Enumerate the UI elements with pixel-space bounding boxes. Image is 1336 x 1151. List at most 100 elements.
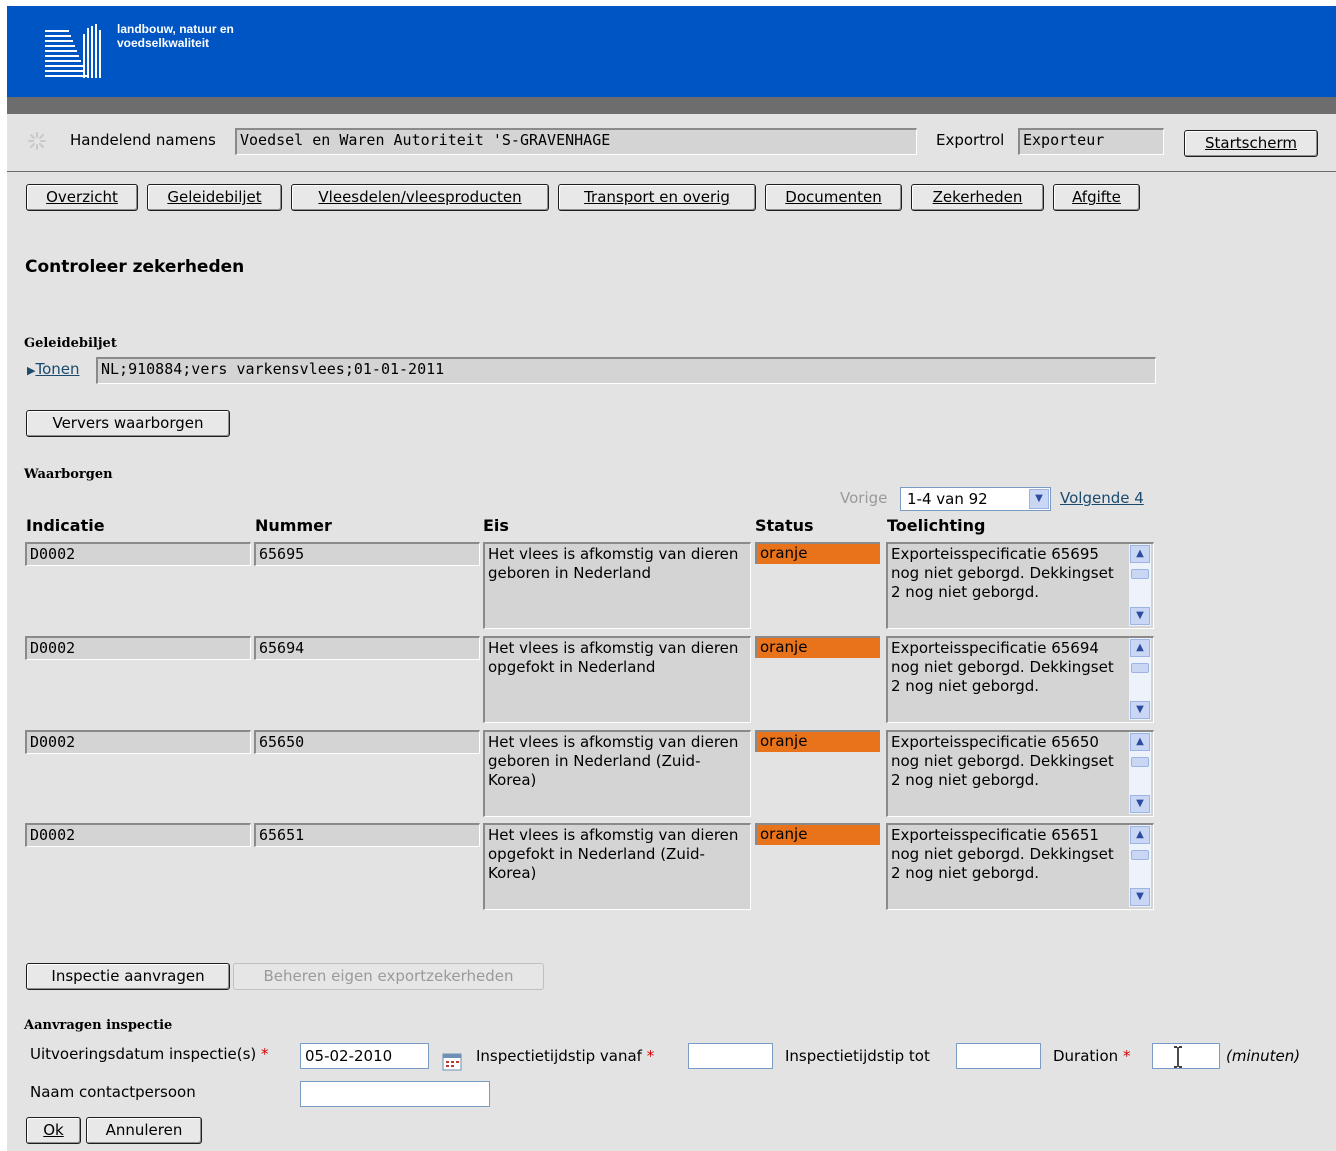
scroll-down-icon[interactable]: ▼ bbox=[1130, 888, 1150, 906]
exportrol-field: Exporteur bbox=[1018, 128, 1164, 155]
annuleren-button[interactable]: Annuleren bbox=[86, 1117, 202, 1144]
indicatie-cell: D0002 bbox=[25, 823, 251, 847]
tab-transport[interactable]: Transport en overig bbox=[558, 184, 756, 211]
startscherm-label: Startscherm bbox=[1205, 134, 1297, 152]
logo-line-1: landbouw, natuur en bbox=[117, 22, 234, 36]
from-label: Inspectietijdstip vanaf * bbox=[476, 1047, 654, 1065]
time-from-input[interactable] bbox=[688, 1043, 773, 1069]
eis-cell: Het vlees is afkomstig van dieren gebore… bbox=[483, 730, 751, 817]
page-title: Controleer zekerheden bbox=[25, 257, 245, 277]
indicatie-cell: D0002 bbox=[25, 730, 251, 754]
toelichting-scrollbar[interactable]: ▲ ▼ bbox=[1129, 638, 1151, 720]
date-label: Uitvoeringsdatum inspectie(s) * bbox=[30, 1045, 269, 1063]
aanvragen-heading: Aanvragen inspectie bbox=[24, 1018, 173, 1033]
tab-label: Overzicht bbox=[46, 188, 118, 206]
indicatie-cell: D0002 bbox=[25, 636, 251, 660]
status-badge: oranje bbox=[755, 823, 880, 845]
logo-line-2: voedselkwaliteit bbox=[117, 36, 210, 50]
tab-label: Documenten bbox=[785, 188, 882, 206]
duration-label-text: Duration bbox=[1053, 1047, 1119, 1065]
pager-selected-value: 1-4 van 92 bbox=[907, 490, 988, 508]
scroll-thumb[interactable] bbox=[1131, 757, 1149, 767]
scroll-up-icon[interactable]: ▲ bbox=[1130, 639, 1150, 657]
status-badge: oranje bbox=[755, 730, 880, 752]
nummer-cell: 65695 bbox=[254, 542, 480, 566]
calendar-icon[interactable] bbox=[442, 1053, 462, 1071]
indicatie-cell: D0002 bbox=[25, 542, 251, 566]
nummer-cell: 65694 bbox=[254, 636, 480, 660]
required-marker: * bbox=[646, 1047, 655, 1065]
toelichting-textarea[interactable]: Exporteisspecificatie 65695 nog niet geb… bbox=[886, 542, 1154, 629]
col-status: Status bbox=[755, 516, 814, 535]
nummer-cell: 65650 bbox=[254, 730, 480, 754]
toelichting-scrollbar[interactable]: ▲ ▼ bbox=[1129, 544, 1151, 626]
required-marker: * bbox=[1122, 1047, 1131, 1065]
eis-cell: Het vlees is afkomstig van dieren gebore… bbox=[483, 542, 751, 629]
ok-label: Ok bbox=[43, 1121, 64, 1139]
tab-label: Transport en overig bbox=[584, 188, 730, 206]
from-label-text: Inspectietijdstip vanaf bbox=[476, 1047, 642, 1065]
exportrol-label: Exportrol bbox=[936, 131, 1005, 149]
eis-cell: Het vlees is afkomstig van dieren opgefo… bbox=[483, 636, 751, 723]
col-indicatie: Indicatie bbox=[26, 516, 105, 535]
tab-zekerheden[interactable]: Zekerheden bbox=[911, 184, 1044, 211]
toelichting-textarea[interactable]: Exporteisspecificatie 65694 nog niet geb… bbox=[886, 636, 1154, 723]
tab-documenten[interactable]: Documenten bbox=[765, 184, 902, 211]
dropdown-arrow-icon[interactable]: ▼ bbox=[1029, 489, 1049, 509]
scroll-thumb[interactable] bbox=[1131, 850, 1149, 860]
status-badge: oranje bbox=[755, 542, 880, 564]
tab-label: Vleesdelen/vleesproducten bbox=[318, 188, 522, 206]
tab-vleesdelen[interactable]: Vleesdelen/vleesproducten bbox=[291, 184, 549, 211]
acting-on-behalf-field: Voedsel en Waren Autoriteit 'S-GRAVENHAG… bbox=[235, 128, 917, 155]
scroll-thumb[interactable] bbox=[1131, 663, 1149, 673]
scroll-down-icon[interactable]: ▼ bbox=[1130, 607, 1150, 625]
status-badge: oranje bbox=[755, 636, 880, 658]
ok-button[interactable]: Ok bbox=[26, 1117, 81, 1144]
tab-overzicht[interactable]: Overzicht bbox=[26, 184, 138, 211]
loading-spinner-icon bbox=[28, 132, 46, 150]
pager-next-link[interactable]: Volgende 4 bbox=[1060, 489, 1144, 507]
inspectie-aanvragen-button[interactable]: Inspectie aanvragen bbox=[26, 963, 230, 990]
nummer-cell: 65651 bbox=[254, 823, 480, 847]
duration-input[interactable] bbox=[1152, 1043, 1220, 1069]
toelichting-textarea[interactable]: Exporteisspecificatie 65651 nog niet geb… bbox=[886, 823, 1154, 910]
toelichting-textarea[interactable]: Exporteisspecificatie 65650 nog niet geb… bbox=[886, 730, 1154, 817]
tab-label: Geleidebiljet bbox=[167, 188, 262, 206]
tonen-link[interactable]: Tonen bbox=[35, 360, 79, 378]
contact-input[interactable] bbox=[300, 1081, 490, 1107]
eis-cell: Het vlees is afkomstig van dieren opgefo… bbox=[483, 823, 751, 910]
scroll-up-icon[interactable]: ▲ bbox=[1130, 545, 1150, 563]
toelichting-scrollbar[interactable]: ▲ ▼ bbox=[1129, 825, 1151, 907]
col-nummer: Nummer bbox=[255, 516, 332, 535]
tonen-toggle[interactable]: ▶Tonen bbox=[27, 360, 80, 378]
waarborgen-heading: Waarborgen bbox=[24, 467, 113, 482]
time-to-input[interactable] bbox=[956, 1043, 1041, 1069]
startscherm-button[interactable]: Startscherm bbox=[1184, 130, 1318, 157]
toelichting-scrollbar[interactable]: ▲ ▼ bbox=[1129, 732, 1151, 814]
ministry-logo-icon bbox=[45, 24, 101, 78]
tab-label: Afgifte bbox=[1072, 188, 1121, 206]
contact-label: Naam contactpersoon bbox=[30, 1083, 196, 1101]
scroll-up-icon[interactable]: ▲ bbox=[1130, 826, 1150, 844]
logo-text: landbouw, natuur en voedselkwaliteit bbox=[117, 22, 234, 50]
scroll-down-icon[interactable]: ▼ bbox=[1130, 701, 1150, 719]
duration-label: Duration * bbox=[1053, 1047, 1130, 1065]
left-edge bbox=[0, 0, 7, 1151]
tab-afgifte[interactable]: Afgifte bbox=[1053, 184, 1140, 211]
col-eis: Eis bbox=[483, 516, 509, 535]
acting-on-behalf-label: Handelend namens bbox=[70, 131, 216, 149]
text-cursor-icon bbox=[1174, 1046, 1182, 1068]
tab-geleidebiljet[interactable]: Geleidebiljet bbox=[147, 184, 282, 211]
minutes-label: (minuten) bbox=[1226, 1047, 1301, 1065]
date-label-text: Uitvoeringsdatum inspectie(s) bbox=[30, 1045, 257, 1063]
scroll-thumb[interactable] bbox=[1131, 569, 1149, 579]
col-toelichting: Toelichting bbox=[887, 516, 986, 535]
header-banner: landbouw, natuur en voedselkwaliteit bbox=[7, 6, 1336, 97]
scroll-down-icon[interactable]: ▼ bbox=[1130, 795, 1150, 813]
ververs-waarborgen-button[interactable]: Ververs waarborgen bbox=[26, 410, 230, 437]
header-divider bbox=[7, 97, 1336, 114]
scroll-up-icon[interactable]: ▲ bbox=[1130, 733, 1150, 751]
geleidebiljet-field: NL;910884;vers varkensvlees;01-01-2011 bbox=[96, 357, 1156, 384]
pager-select[interactable]: 1-4 van 92 ▼ bbox=[900, 487, 1051, 511]
date-input[interactable]: 05-02-2010 bbox=[300, 1043, 429, 1069]
